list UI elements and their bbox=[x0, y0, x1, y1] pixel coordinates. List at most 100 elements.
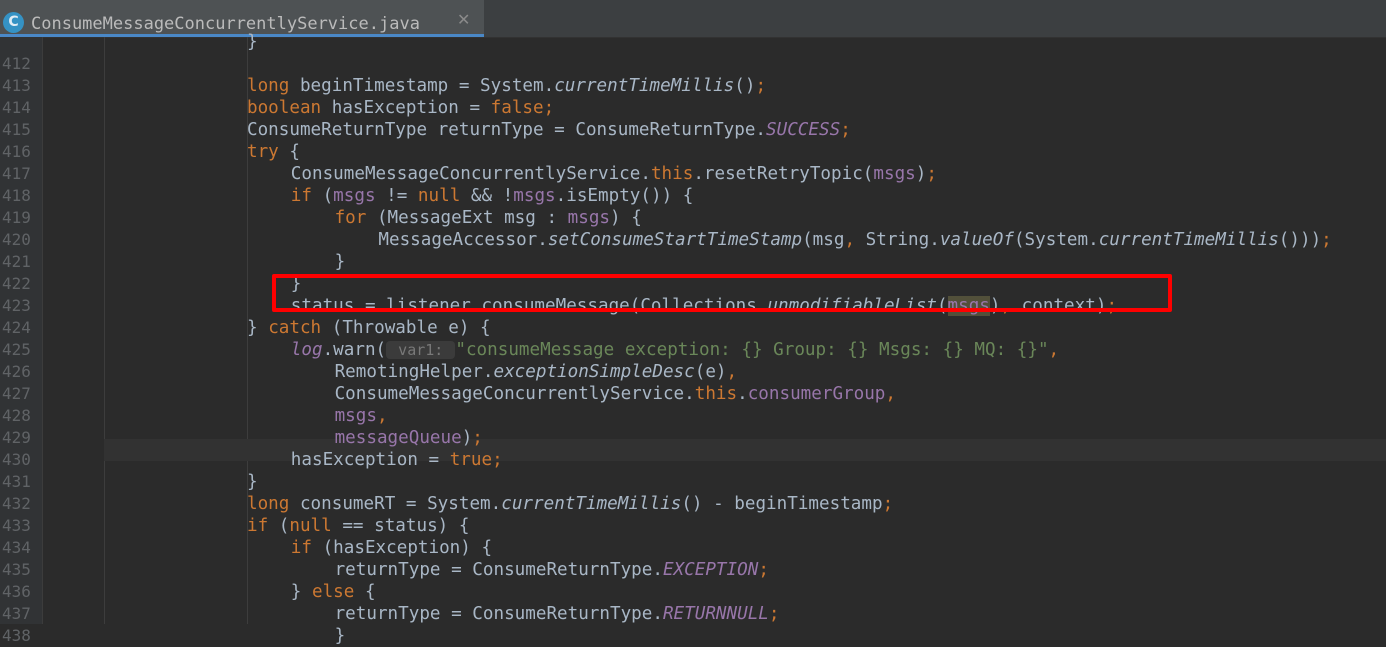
code-token: ())) bbox=[1278, 230, 1322, 250]
code-token: String. bbox=[855, 230, 940, 250]
code-token: (e) bbox=[694, 362, 727, 382]
code-token: } bbox=[334, 252, 346, 272]
code-token: ; bbox=[492, 450, 503, 470]
code-token: () bbox=[734, 76, 756, 96]
code-token: , bbox=[376, 406, 388, 426]
code-token: , bbox=[885, 384, 896, 404]
line-number: 428 bbox=[2, 406, 31, 425]
code-line: 433 if (null == status) { bbox=[0, 515, 1386, 537]
code-line: 435 returnType = ConsumeReturnType.EXCEPT… bbox=[0, 559, 1386, 581]
code-token: RETURNNULL bbox=[662, 604, 769, 624]
code-line: 416 try { bbox=[0, 141, 1386, 163]
line-number: 435 bbox=[2, 560, 31, 579]
code-text: if (hasException) { bbox=[291, 537, 492, 559]
line-number: 433 bbox=[2, 516, 31, 535]
code-token: else bbox=[311, 582, 355, 602]
code-text: long consumeRT = System.currentTimeMilli… bbox=[247, 493, 893, 515]
code-token: ; bbox=[758, 560, 769, 580]
code-token: try bbox=[247, 142, 279, 162]
line-number: 432 bbox=[2, 494, 31, 513]
code-token: boolean bbox=[247, 98, 322, 118]
code-token: (msg bbox=[802, 230, 845, 250]
code-text: if (null == status) { bbox=[247, 515, 469, 537]
code-text: long beginTimestamp = System.currentTime… bbox=[247, 75, 766, 97]
code-token: hasException = bbox=[321, 98, 491, 118]
code-token: EXCEPTION bbox=[662, 560, 759, 580]
code-token: if bbox=[290, 186, 312, 206]
code-token: this bbox=[694, 384, 738, 404]
code-text: RemotingHelper.exceptionSimpleDesc(e), bbox=[335, 361, 738, 383]
code-token: . bbox=[737, 384, 748, 404]
code-token: , bbox=[1048, 340, 1060, 360]
line-number: 436 bbox=[2, 582, 31, 601]
code-token: ) bbox=[915, 164, 927, 184]
line-number: 425 bbox=[2, 340, 31, 359]
code-token: msgs bbox=[333, 186, 376, 206]
code-line: 431} bbox=[0, 471, 1386, 493]
code-token: ; bbox=[1321, 230, 1332, 250]
code-line: 430 hasException = true; bbox=[0, 449, 1386, 471]
code-line: 418 if (msgs != null && !msgs.isEmpty()) … bbox=[0, 185, 1386, 207]
code-text: ConsumeMessageConcurrentlyService.this.c… bbox=[335, 383, 896, 405]
code-token: (Throwable e) { bbox=[321, 318, 491, 338]
code-token: if bbox=[290, 538, 312, 558]
code-token: setConsumeStartTimeStamp bbox=[547, 230, 803, 250]
code-line: 438} bbox=[0, 625, 1386, 647]
code-token: != bbox=[375, 186, 418, 206]
code-line: 432 long consumeRT = System.currentTimeMi… bbox=[0, 493, 1386, 515]
code-text: } bbox=[335, 625, 346, 647]
code-line: 413 long beginTimestamp = System.currentT… bbox=[0, 75, 1386, 97]
code-token: consumeRT = System. bbox=[289, 494, 502, 514]
line-number: 438 bbox=[2, 626, 31, 645]
line-number: 418 bbox=[2, 186, 31, 205]
line-number: 420 bbox=[2, 230, 31, 249]
code-token: ; bbox=[543, 98, 555, 118]
code-token: returnType = ConsumeReturnType. bbox=[334, 604, 663, 624]
code-token: currentTimeMillis bbox=[554, 76, 735, 96]
line-number: 437 bbox=[2, 604, 31, 623]
code-token: consumerGroup bbox=[747, 384, 886, 404]
code-token: && ! bbox=[460, 186, 514, 206]
code-token: msgs bbox=[873, 164, 916, 184]
code-text: if (msgs != null && !msgs.isEmpty()) { bbox=[291, 185, 694, 207]
code-token: returnType = ConsumeReturnType. bbox=[334, 560, 663, 580]
code-token: (MessageExt msg : bbox=[366, 208, 568, 228]
line-number: 434 bbox=[2, 538, 31, 557]
code-text: } bbox=[247, 31, 258, 53]
line-number: 426 bbox=[2, 362, 31, 381]
code-line: 425 log.warn( var1: "consumeMessage excep… bbox=[0, 339, 1386, 361]
code-token: msgs bbox=[334, 406, 377, 426]
code-token: } bbox=[247, 32, 258, 52]
code-token: ; bbox=[755, 76, 767, 96]
line-number: 415 bbox=[2, 120, 31, 139]
code-token: ConsumeMessageConcurrentlyService. bbox=[334, 384, 695, 404]
code-token: ConsumeMessageConcurrentlyService. bbox=[290, 164, 651, 184]
code-text: } else { bbox=[291, 581, 376, 603]
code-text: ConsumeReturnType returnType = ConsumeRe… bbox=[247, 119, 851, 141]
code-text: returnType = ConsumeReturnType.RETURNNUL… bbox=[335, 603, 780, 625]
code-text: } catch (Throwable e) { bbox=[247, 317, 491, 339]
code-line: 426 RemotingHelper.exceptionSimpleDesc(e)… bbox=[0, 361, 1386, 383]
line-number: 419 bbox=[2, 208, 31, 227]
code-text: MessageAccessor.setConsumeStartTimeStamp… bbox=[378, 229, 1331, 251]
code-line: 415 ConsumeReturnType returnType = Consum… bbox=[0, 119, 1386, 141]
code-token: } bbox=[290, 582, 312, 602]
line-number: 430 bbox=[2, 450, 31, 469]
code-editor[interactable]: } 412 413 long beginTimestamp = System.curr… bbox=[0, 32, 1386, 646]
code-token: long bbox=[247, 494, 290, 514]
code-token: } bbox=[247, 318, 269, 338]
code-token: msgs bbox=[567, 208, 611, 228]
code-line: 414 boolean hasException = false; bbox=[0, 97, 1386, 119]
code-token: MessageAccessor. bbox=[378, 230, 548, 250]
code-line: 417 ConsumeMessageConcurrentlyService.thi… bbox=[0, 163, 1386, 185]
code-token: , bbox=[726, 362, 738, 382]
code-token: valueOf bbox=[939, 230, 1014, 250]
line-number: 424 bbox=[2, 318, 31, 337]
code-token: beginTimestamp = System. bbox=[289, 76, 555, 96]
code-token: hasException = bbox=[290, 450, 450, 470]
code-line: 412 bbox=[0, 53, 1386, 75]
code-text: log.warn( var1: "consumeMessage exceptio… bbox=[291, 339, 1059, 361]
code-token: "consumeMessage exception: {} Group: {} … bbox=[455, 340, 1049, 360]
code-token: { bbox=[278, 142, 300, 162]
close-tab-icon[interactable]: ✕ bbox=[457, 10, 470, 29]
